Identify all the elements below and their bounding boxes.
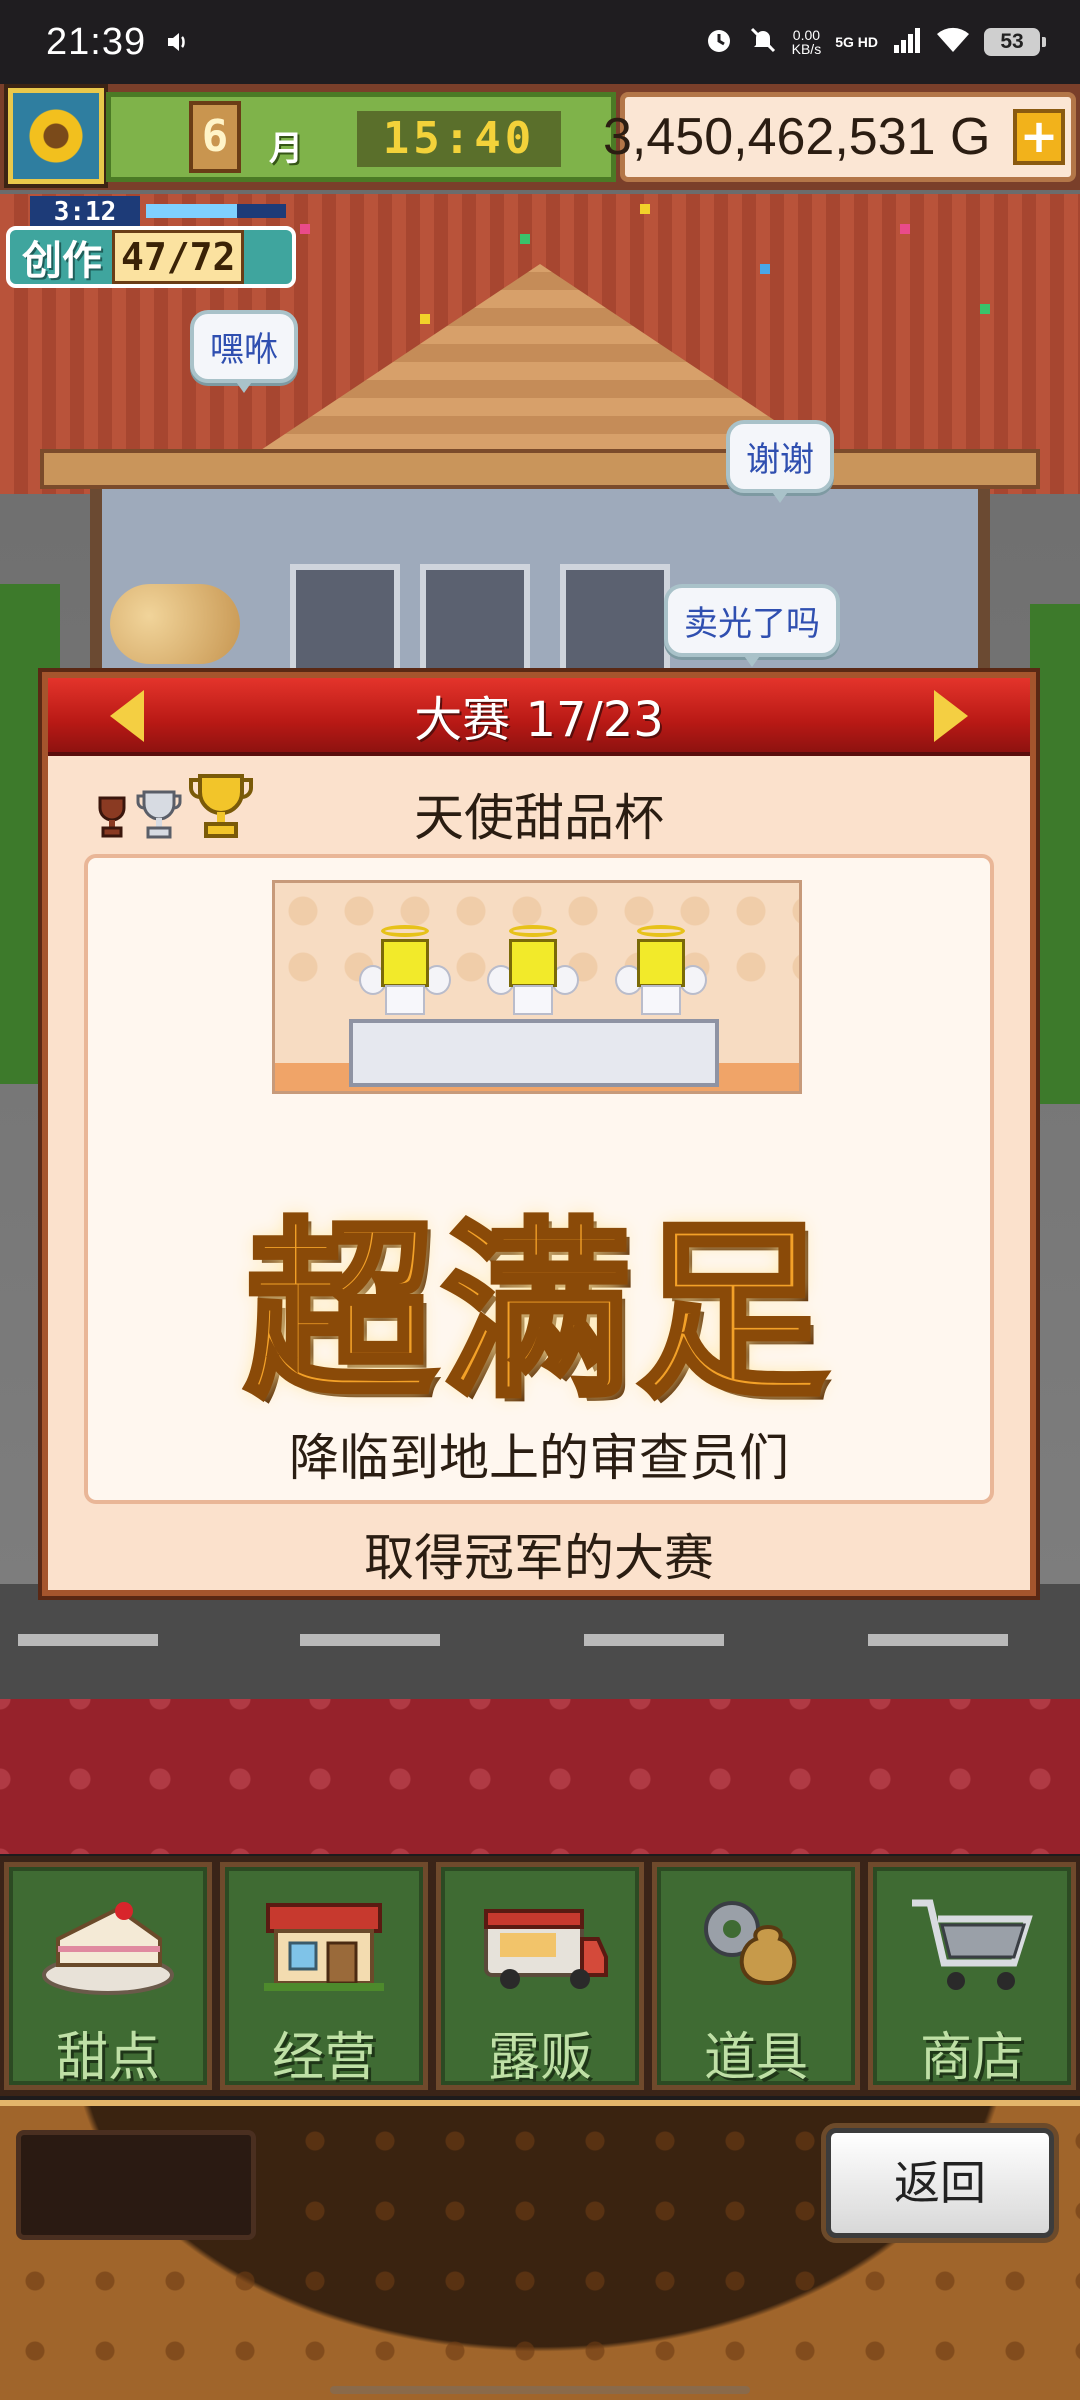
road-marking — [584, 1634, 724, 1646]
alarm-icon — [704, 25, 734, 59]
confetti — [760, 264, 770, 274]
confetti — [520, 234, 530, 244]
shop-beam — [40, 449, 1040, 489]
result-card: 超满足 降临到地上的审查员们 — [84, 854, 994, 1504]
cake-icon — [42, 1902, 174, 1995]
angel-judge — [615, 925, 707, 1015]
month-number: 6 — [189, 101, 241, 173]
signal-icon — [892, 27, 922, 57]
confetti — [640, 204, 650, 214]
status-bar: 21:39 0.00 KB/s 5G HD 53 — [0, 0, 1080, 84]
contest-footer: 取得冠军的大赛 — [364, 1529, 714, 1587]
contest-header: 大赛 17/23 — [48, 678, 1030, 756]
game-clock: 15:40 — [357, 111, 561, 167]
net-speed: 0.00 KB/s — [791, 27, 822, 57]
judges-illustration — [272, 880, 802, 1094]
confetti — [900, 224, 910, 234]
angel-judge — [487, 925, 579, 1015]
battery-indicator: 53 — [984, 28, 1046, 56]
creation-progress-bar — [146, 204, 286, 218]
menu-item-management[interactable]: 经营 — [220, 1862, 428, 2090]
add-money-button[interactable]: + — [1013, 109, 1065, 165]
speech-bubble: 卖光了吗 — [664, 584, 840, 667]
home-indicator[interactable] — [330, 2386, 750, 2394]
menu-item-desserts[interactable]: 甜点 — [4, 1862, 212, 2090]
month-label: 月 — [269, 129, 303, 169]
speech-bubble: 谢谢 — [726, 420, 834, 503]
creation-status[interactable]: 3:12 创作 47/72 — [6, 196, 296, 288]
status-time: 21:39 — [46, 20, 147, 63]
angel-judge — [359, 925, 451, 1015]
menu-item-food-truck[interactable]: 露贩 — [436, 1862, 644, 2090]
judges-table — [349, 1019, 719, 1087]
contest-title: 大赛 17/23 — [414, 692, 664, 748]
food-truck-icon — [484, 1909, 608, 1989]
creation-badge: 创作 47/72 — [6, 226, 296, 288]
carpet-pattern — [0, 1699, 1080, 1854]
menu-item-items[interactable]: 道具 — [652, 1862, 860, 2090]
player-avatar[interactable] — [8, 88, 104, 184]
back-button[interactable]: 返回 — [826, 2128, 1054, 2238]
creation-progress-fill — [146, 204, 237, 218]
creation-label: 创作 — [22, 238, 102, 284]
network-type: 5G HD — [835, 34, 878, 50]
oven — [420, 564, 530, 674]
road-marking — [18, 1634, 158, 1646]
speech-bubble: 嘿咻 — [190, 310, 298, 393]
oven — [290, 564, 400, 674]
road-marking — [300, 1634, 440, 1646]
item-bag-icon — [704, 1901, 797, 1986]
creation-count: 47/72 — [112, 230, 245, 284]
menu-label: 商店 — [919, 2028, 1024, 2088]
menu-label: 露贩 — [487, 2028, 592, 2088]
creation-timer: 3:12 — [30, 196, 140, 228]
oven — [560, 564, 670, 674]
prev-arrow-icon[interactable] — [110, 690, 144, 742]
tree — [1030, 604, 1080, 1104]
menu-label: 经营 — [271, 2028, 376, 2088]
menu-item-store[interactable]: 商店 — [868, 1862, 1076, 2090]
bread-display — [110, 584, 240, 664]
confetti — [980, 304, 990, 314]
sound-icon — [164, 28, 192, 56]
confetti — [300, 224, 310, 234]
menu-label: 道具 — [703, 2028, 808, 2088]
road-marking — [868, 1634, 1008, 1646]
money-value: 3,450,462,531 G — [603, 108, 991, 166]
contest-panel: 大赛 17/23 天使甜品杯 超满足 降临到地上的审查员们 取得冠军的大赛 — [42, 672, 1036, 1596]
mute-icon — [748, 25, 778, 59]
calendar-panel: 6 月 15:40 — [106, 92, 616, 182]
rating-text: 超满足 — [242, 1199, 833, 1426]
bottom-panel: 返回 — [0, 2100, 1080, 2400]
money-panel: 3,450,462,531 G + — [603, 92, 1076, 182]
menu-label: 甜点 — [55, 2028, 160, 2088]
cup-name: 天使甜品杯 — [414, 789, 664, 847]
confetti — [420, 314, 430, 324]
top-hud: 6 月 15:40 3,450,462,531 G + — [0, 84, 1080, 190]
shop-icon — [264, 1903, 384, 1991]
sunflower-icon — [26, 106, 86, 166]
empty-slot — [16, 2130, 256, 2240]
main-menu: 甜点 经营 露贩 道具 商店 — [0, 1856, 1080, 2096]
wifi-icon — [936, 26, 970, 58]
judges-caption: 降临到地上的审查员们 — [289, 1429, 789, 1487]
shopping-cart-icon — [912, 1899, 1033, 1990]
next-arrow-icon[interactable] — [934, 690, 968, 742]
